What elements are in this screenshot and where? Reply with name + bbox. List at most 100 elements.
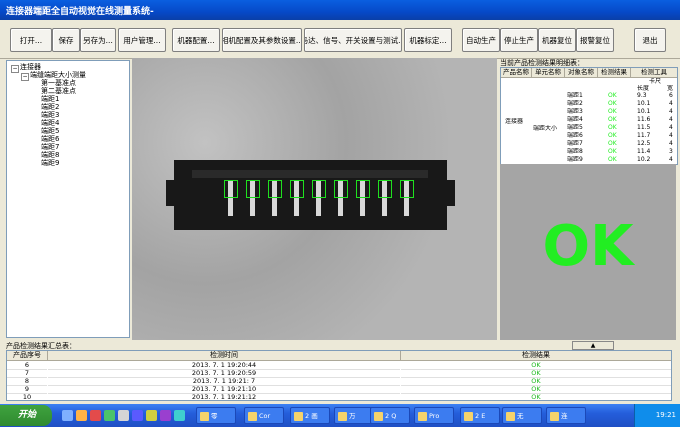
taskbar-task[interactable]: 2 Q	[370, 407, 410, 424]
taskbar-task[interactable]: 零	[196, 407, 236, 424]
col-tool: 检测工具	[631, 68, 677, 78]
col-result: 检测结果	[598, 68, 631, 78]
result-length-cell: 11.7	[637, 132, 651, 139]
col-summary-result: 检测结果	[401, 351, 671, 361]
taskbar-task[interactable]: Pro	[414, 407, 454, 424]
app-icon[interactable]	[132, 410, 143, 421]
result-ok-cell: OK	[608, 140, 617, 147]
results-table: 产品名称 单元名称 对象名称 检测结果 检测工具 卡尺 长度 宽 连接器 端距大…	[500, 67, 678, 165]
window-icon	[200, 412, 209, 421]
taskbar-task[interactable]: 万	[334, 407, 374, 424]
measure-roi-box[interactable]	[224, 180, 238, 198]
result-object-cell: 端距7	[567, 140, 583, 147]
result-object-cell: 端距9	[567, 156, 583, 163]
measure-roi-box[interactable]	[312, 180, 326, 198]
motor-signal-test-button[interactable]: 马达、信号、开关设置与测试...	[304, 28, 402, 52]
result-ok-cell: OK	[608, 100, 617, 107]
result-width-cell: 4	[669, 140, 673, 147]
sub-col-width: 宽	[667, 85, 674, 92]
window-icon	[464, 412, 473, 421]
app-icon[interactable]	[146, 410, 157, 421]
result-width-cell: 3	[669, 148, 673, 155]
result-ok-cell: OK	[608, 148, 617, 155]
app-icon[interactable]	[90, 410, 101, 421]
measure-roi-box[interactable]	[400, 180, 414, 198]
save-button[interactable]: 保存	[52, 28, 80, 52]
summary-time-cell: 2013. 7. 1 19:21:12	[48, 393, 400, 400]
task-label: 万	[349, 412, 356, 420]
desktop-icon[interactable]	[62, 410, 73, 421]
measure-roi-box[interactable]	[356, 180, 370, 198]
tree-collapse-icon[interactable]: −	[21, 73, 29, 81]
task-label: 零	[211, 412, 218, 420]
taskbar-task[interactable]: 连	[546, 407, 586, 424]
camera-config-button[interactable]: 相机配置及其参数设置...	[222, 28, 302, 52]
col-time: 检测时间	[48, 351, 401, 361]
col-object: 对象名称	[565, 68, 598, 78]
camera-view[interactable]	[132, 58, 497, 340]
window-icon	[338, 412, 347, 421]
app-icon[interactable]	[174, 410, 185, 421]
result-length-cell: 10.2	[637, 156, 651, 163]
folder-icon[interactable]	[76, 410, 87, 421]
task-label: Pro	[429, 412, 440, 420]
measure-roi-box[interactable]	[334, 180, 348, 198]
task-label: Cor	[259, 412, 271, 420]
sub-header-caliper: 卡尺	[649, 78, 662, 85]
result-length-cell: 11.4	[637, 148, 651, 155]
save-as-button[interactable]: 另存为...	[80, 28, 116, 52]
col-serial: 产品序号	[7, 351, 48, 361]
taskbar-task[interactable]: 2 E	[460, 407, 500, 424]
measurement-tree[interactable]: − 连接器 − 端缝端距大小测量 第一基准点 第二基准点 端距1 端距2 端距3…	[6, 60, 130, 338]
measure-roi-box[interactable]	[290, 180, 304, 198]
machine-calibrate-button[interactable]: 机器标定...	[404, 28, 452, 52]
result-length-cell: 10.1	[637, 108, 651, 115]
start-button[interactable]: 开始	[0, 405, 52, 426]
result-width-cell: 4	[669, 156, 673, 163]
task-label: 无	[517, 412, 524, 420]
stop-produce-button[interactable]: 停止生产	[500, 28, 538, 52]
summary-serial-cell: 10	[7, 393, 47, 400]
scroll-up-button[interactable]: ▲	[572, 341, 614, 350]
open-button[interactable]: 打开...	[10, 28, 52, 52]
exit-button[interactable]: 退出	[634, 28, 666, 52]
system-tray: 19:21	[634, 404, 680, 427]
measure-roi-box[interactable]	[246, 180, 260, 198]
machine-config-button[interactable]: 机器配置...	[172, 28, 220, 52]
window-icon	[550, 412, 559, 421]
result-width-cell: 6	[669, 92, 673, 99]
measure-roi-box[interactable]	[378, 180, 392, 198]
user-management-button[interactable]: 用户管理...	[118, 28, 166, 52]
app-icon[interactable]	[160, 410, 171, 421]
sub-col-length: 长度	[637, 85, 650, 92]
result-ok-cell: OK	[608, 108, 617, 115]
result-length-cell: 12.5	[637, 140, 651, 147]
title-bar: 连接器端距全自动视觉在线测量系统-	[0, 0, 680, 20]
window-icon	[294, 412, 303, 421]
app-icon[interactable]	[118, 410, 129, 421]
window-icon	[248, 412, 257, 421]
result-width-cell: 4	[669, 116, 673, 123]
result-object-cell: 端距1	[567, 92, 583, 99]
taskbar-task[interactable]: 无	[502, 407, 542, 424]
measure-roi-box[interactable]	[268, 180, 282, 198]
tree-collapse-icon[interactable]: −	[11, 65, 19, 73]
result-object-cell: 端距5	[567, 124, 583, 131]
result-length-cell: 10.1	[637, 100, 651, 107]
result-ok-cell: OK	[608, 116, 617, 123]
task-label: 2 E	[475, 412, 486, 420]
result-width-cell: 4	[669, 124, 673, 131]
machine-reset-button[interactable]: 机器复位	[538, 28, 576, 52]
toolbar: 打开... 保存 另存为... 用户管理... 机器配置... 相机配置及其参数…	[0, 20, 680, 59]
app-icon[interactable]	[104, 410, 115, 421]
window-icon	[374, 412, 383, 421]
auto-produce-button[interactable]: 自动生产	[462, 28, 500, 52]
alarm-reset-button[interactable]: 报警复位	[576, 28, 614, 52]
result-object-cell: 端距8	[567, 148, 583, 155]
task-label: 连	[561, 412, 568, 420]
window-icon	[506, 412, 515, 421]
taskbar-task[interactable]: 2 画	[290, 407, 330, 424]
unit-name-cell: 端距大小	[533, 125, 558, 132]
taskbar-task[interactable]: Cor	[244, 407, 284, 424]
tree-leaf[interactable]: 端距9	[41, 159, 59, 168]
